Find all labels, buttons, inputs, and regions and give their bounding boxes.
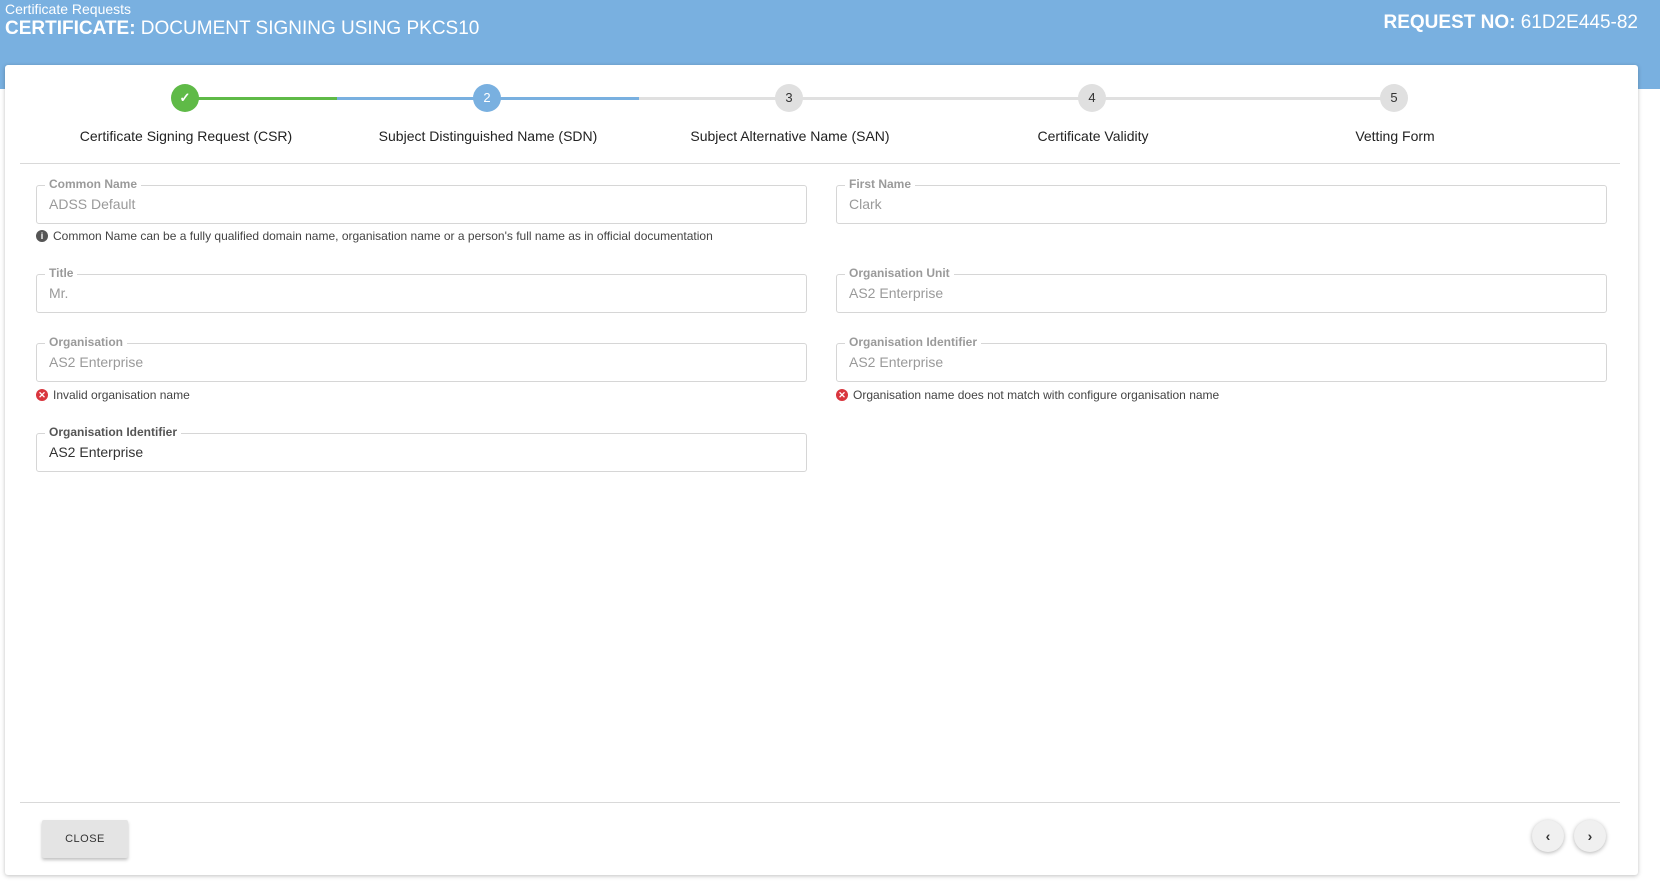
organisation-field[interactable]: Organisation AS2 Enterprise (36, 335, 807, 382)
first-name-field[interactable]: First Name Clark (836, 177, 1607, 224)
organisation-error: ✕ Invalid organisation name (36, 388, 190, 402)
organisation-identifier-error: ✕ Organisation name does not match with … (836, 388, 1219, 402)
organisation-identifier-value: AS2 Enterprise (849, 354, 944, 370)
footer-divider (20, 802, 1620, 803)
stepper: ✓ Certificate Signing Request (CSR) 2 Su… (20, 65, 1620, 165)
organisation-value: AS2 Enterprise (49, 354, 144, 370)
step-5-number[interactable]: 5 (1380, 84, 1408, 112)
organisation-identifier-input[interactable]: Organisation Identifier AS2 Enterprise (36, 425, 807, 472)
stepper-divider (20, 163, 1620, 164)
common-name-hint-text: Common Name can be a fully qualified dom… (53, 229, 713, 243)
step-1-check-icon[interactable]: ✓ (171, 84, 199, 112)
step-4-label[interactable]: Certificate Validity (943, 128, 1243, 144)
organisation-unit-label: Organisation Unit (845, 266, 954, 280)
chevron-right-icon[interactable]: › (1574, 820, 1606, 852)
common-name-label: Common Name (45, 177, 142, 191)
step-4-number[interactable]: 4 (1078, 84, 1106, 112)
step-3-number[interactable]: 3 (775, 84, 803, 112)
step-1-label[interactable]: Certificate Signing Request (CSR) (36, 128, 336, 144)
step-2-number[interactable]: 2 (473, 84, 501, 112)
common-name-field[interactable]: Common Name ADSS Default (36, 177, 807, 224)
title-label: Title (45, 266, 78, 280)
chevron-left-icon[interactable]: ‹ (1532, 820, 1564, 852)
step-line-complete (186, 97, 337, 100)
organisation-label: Organisation (45, 335, 128, 349)
organisation-identifier-field[interactable]: Organisation Identifier AS2 Enterprise (836, 335, 1607, 382)
title-field[interactable]: Title Mr. (36, 266, 807, 313)
step-2-label[interactable]: Subject Distinguished Name (SDN) (338, 128, 638, 144)
request-value: 61D2E445-82 (1515, 12, 1638, 33)
common-name-value: ADSS Default (49, 196, 136, 212)
organisation-identifier-input-label: Organisation Identifier (45, 425, 182, 439)
info-icon: i (36, 230, 48, 242)
request-card: ✓ Certificate Signing Request (CSR) 2 Su… (5, 65, 1638, 875)
organisation-unit-value: AS2 Enterprise (849, 285, 944, 301)
error-icon: ✕ (836, 389, 848, 401)
step-5-label[interactable]: Vetting Form (1245, 128, 1545, 144)
organisation-identifier-error-text: Organisation name does not match with co… (853, 388, 1220, 402)
common-name-hint: i Common Name can be a fully qualified d… (36, 229, 713, 243)
title-text: DOCUMENT SIGNING USING PKCS10 (135, 18, 480, 39)
title-value: Mr. (49, 285, 69, 301)
organisation-identifier-label: Organisation Identifier (845, 335, 982, 349)
request-number: REQUEST NO: 61D2E445-82 (1384, 12, 1639, 34)
error-icon: ✕ (36, 389, 48, 401)
step-line-pending (639, 97, 1394, 100)
organisation-unit-field[interactable]: Organisation Unit AS2 Enterprise (836, 266, 1607, 313)
title-prefix: CERTIFICATE: (5, 18, 136, 39)
request-prefix: REQUEST NO: (1383, 12, 1516, 33)
organisation-identifier-input-value: AS2 Enterprise (49, 444, 144, 460)
close-button[interactable]: CLOSE (42, 820, 128, 858)
step-3-label[interactable]: Subject Alternative Name (SAN) (640, 128, 940, 144)
page-title: CERTIFICATE: DOCUMENT SIGNING USING PKCS… (5, 18, 479, 40)
first-name-value: Clark (849, 196, 882, 212)
first-name-label: First Name (845, 177, 916, 191)
organisation-error-text: Invalid organisation name (53, 388, 190, 402)
breadcrumb[interactable]: Certificate Requests (5, 1, 131, 17)
